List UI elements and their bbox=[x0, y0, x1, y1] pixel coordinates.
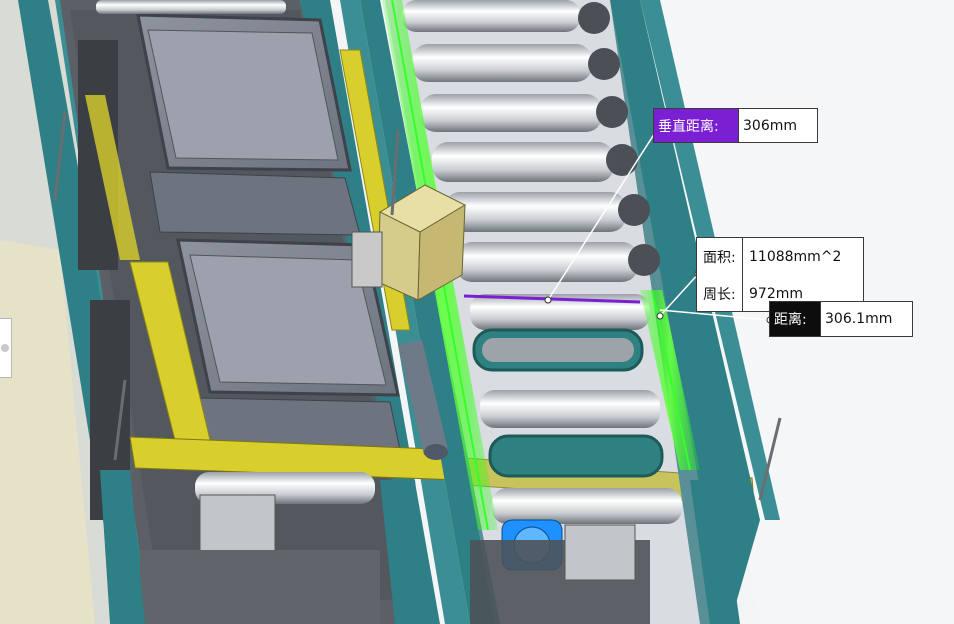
distance-callout[interactable]: 距离: 306.1mm bbox=[769, 301, 913, 337]
tray-upper bbox=[136, 13, 361, 236]
perimeter-label: 周长: bbox=[697, 275, 743, 312]
distance-label: 距离: bbox=[770, 302, 820, 336]
perimeter-value: 972mm bbox=[749, 285, 803, 302]
area-value: 11088mm^2 bbox=[749, 248, 842, 265]
area-row: 面积: 11088mm^2 bbox=[697, 238, 863, 275]
vertical-distance-callout[interactable]: 垂直距离: 306mm bbox=[653, 108, 818, 143]
vertical-distance-label: 垂直距离: bbox=[654, 109, 738, 142]
vertical-distance-value: 306mm bbox=[738, 109, 801, 142]
side-panel-toggle[interactable] bbox=[0, 318, 12, 378]
area-label: 面积: bbox=[697, 238, 743, 275]
distance-value: 306.1mm bbox=[820, 302, 896, 336]
